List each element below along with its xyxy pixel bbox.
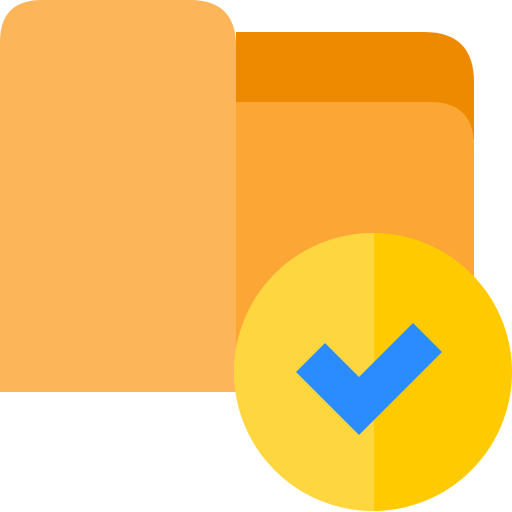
folder-checked-icon <box>0 0 512 511</box>
folder-front-panel <box>0 0 236 392</box>
icon-canvas <box>0 0 512 512</box>
